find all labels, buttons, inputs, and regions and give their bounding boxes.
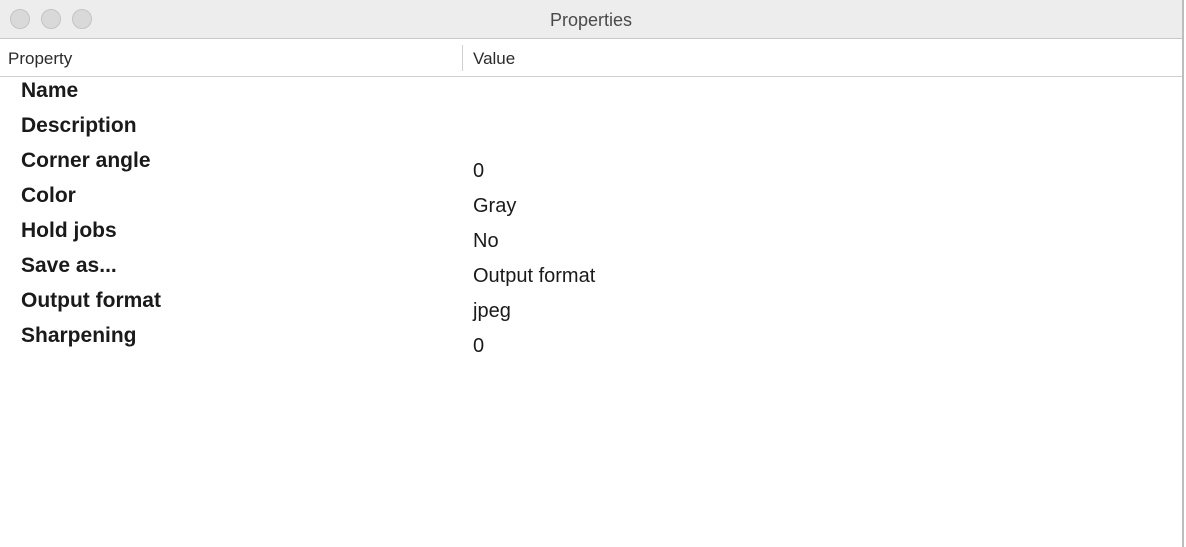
table-row-color[interactable]: Color Gray — [0, 183, 1182, 218]
property-value-cell[interactable]: 0 — [473, 333, 484, 359]
property-name-cell: Output format — [21, 289, 161, 312]
table-row-sharpening[interactable]: Sharpening 0 — [0, 323, 1182, 358]
properties-table-body: Name Description Corner angle 0 Color Gr… — [0, 78, 1182, 358]
table-row-save-as[interactable]: Save as... Output format — [0, 253, 1182, 288]
property-name-cell: Sharpening — [21, 324, 137, 347]
property-name-cell: Corner angle — [21, 149, 151, 172]
table-header: Property Value — [0, 39, 1182, 77]
property-name-cell: Save as... — [21, 254, 117, 277]
property-name-cell: Description — [21, 114, 137, 137]
property-value-cell[interactable]: 0 — [473, 158, 484, 184]
window-title: Properties — [549, 10, 633, 30]
title-bar[interactable]: Properties — [0, 0, 1182, 39]
column-header-property[interactable]: Property — [8, 39, 458, 76]
property-value-cell[interactable]: No — [473, 228, 499, 254]
property-value-cell[interactable]: Output format — [473, 263, 595, 289]
property-name-cell: Hold jobs — [21, 219, 117, 242]
table-row-name[interactable]: Name — [0, 78, 1182, 113]
property-name-cell: Color — [21, 184, 76, 207]
table-row-corner-angle[interactable]: Corner angle 0 — [0, 148, 1182, 183]
column-divider[interactable] — [462, 45, 463, 71]
table-row-description[interactable]: Description — [0, 113, 1182, 148]
property-value-cell[interactable]: Gray — [473, 193, 516, 219]
column-header-value[interactable]: Value — [473, 39, 1073, 76]
property-name-cell: Name — [21, 79, 79, 102]
property-value-cell[interactable]: jpeg — [473, 298, 511, 324]
table-row-hold-jobs[interactable]: Hold jobs No — [0, 218, 1182, 253]
properties-window: Properties Property Value Name Descripti… — [0, 0, 1184, 547]
table-row-output-format[interactable]: Output format jpeg — [0, 288, 1182, 323]
